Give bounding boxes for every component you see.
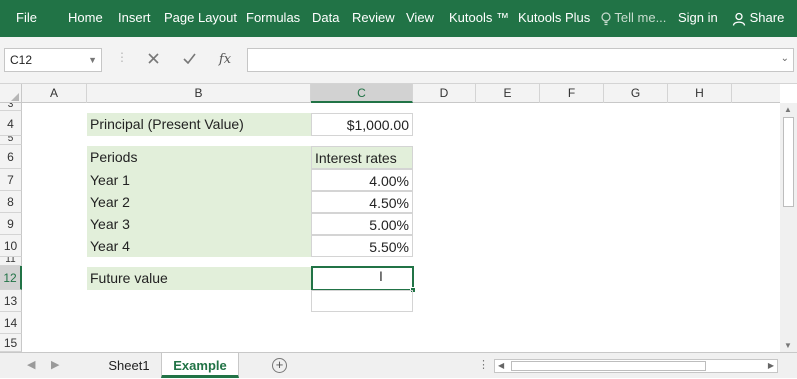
cell-c8[interactable]: 4.50% [311, 191, 413, 213]
column-header-d[interactable]: D [413, 84, 476, 103]
person-icon [732, 12, 746, 26]
column-header-e[interactable]: E [476, 84, 540, 103]
horizontal-scroll-thumb[interactable] [511, 361, 706, 371]
tab-review[interactable]: Review [352, 0, 395, 37]
scroll-right-icon[interactable]: ▶ [768, 360, 774, 372]
cell-b9[interactable]: Year 3 [87, 213, 311, 235]
tab-page-layout[interactable]: Page Layout [164, 0, 237, 37]
row-header-15[interactable]: 15 [0, 334, 22, 352]
column-header-a[interactable]: A [22, 84, 87, 103]
insert-function-button[interactable]: fx [210, 48, 240, 72]
formula-bar: C12 ▼ ⋮ fx ⌄ [0, 37, 797, 84]
drag-handle-icon[interactable]: ⋮ [478, 358, 489, 371]
next-sheet-icon[interactable]: ▶ [51, 358, 59, 371]
share-label: Share [749, 10, 785, 25]
cell-c7[interactable]: 4.00% [311, 169, 413, 191]
tab-data[interactable]: Data [312, 0, 339, 37]
vertical-scrollbar[interactable]: ▲ ▼ [780, 103, 797, 352]
check-icon [182, 53, 196, 65]
name-box[interactable]: C12 ▼ [4, 48, 102, 72]
previous-sheet-icon[interactable]: ◀ [27, 358, 35, 371]
select-all-corner[interactable] [0, 84, 22, 103]
scroll-down-icon[interactable]: ▼ [784, 341, 792, 350]
add-sheet-button[interactable]: + [272, 358, 287, 373]
tab-file[interactable]: File [16, 0, 37, 37]
formula-input[interactable]: ⌄ [247, 48, 794, 72]
row-header-6[interactable]: 6 [0, 145, 22, 169]
row-header-8[interactable]: 8 [0, 191, 22, 213]
ribbon-tab-bar: File Home Insert Page Layout Formulas Da… [0, 0, 797, 37]
drag-handle-icon[interactable]: ⋮ [116, 50, 128, 64]
tab-insert[interactable]: Insert [118, 0, 151, 37]
row-header-3[interactable]: 3 [0, 103, 22, 111]
row-header-12[interactable]: 12 [0, 266, 22, 290]
row-header-14[interactable]: 14 [0, 312, 22, 334]
cell-b8[interactable]: Year 2 [87, 191, 311, 213]
enter-button[interactable] [174, 48, 204, 72]
scroll-up-icon[interactable]: ▲ [784, 105, 792, 114]
tab-kutools[interactable]: Kutools ™ [449, 0, 509, 37]
tab-example[interactable]: Example [161, 353, 239, 378]
lightbulb-icon [601, 11, 611, 25]
column-header-f[interactable]: F [540, 84, 604, 103]
cell-c9[interactable]: 5.00% [311, 213, 413, 235]
tell-me-search[interactable]: Tell me... [601, 0, 666, 37]
tab-kutools-plus[interactable]: Kutools Plus [518, 0, 590, 37]
share-button[interactable]: Share [732, 0, 784, 37]
cell-b6[interactable]: Periods [87, 146, 311, 169]
cell-c13[interactable] [311, 290, 413, 312]
horizontal-scrollbar[interactable]: ◀ ▶ [494, 359, 778, 373]
row-header-4[interactable]: 4 [0, 111, 22, 136]
row-header-11[interactable]: 11 [0, 257, 22, 266]
cell-b4[interactable]: Principal (Present Value) [87, 113, 311, 136]
tab-formulas[interactable]: Formulas [246, 0, 300, 37]
sheet-tab-bar: ◀ ▶ Sheet1 Example + ⋮ ◀ ▶ [0, 352, 797, 378]
tab-sheet1[interactable]: Sheet1 [98, 353, 160, 378]
cell-b10[interactable]: Year 4 [87, 235, 311, 257]
chevron-down-icon[interactable]: ⌄ [781, 53, 789, 64]
active-cell-c12[interactable] [311, 266, 416, 293]
column-header-h[interactable]: H [668, 84, 732, 103]
cancel-button[interactable] [138, 48, 168, 72]
tab-view[interactable]: View [406, 0, 434, 37]
cell-c4[interactable]: $1,000.00 [311, 113, 413, 136]
column-header-g[interactable]: G [604, 84, 668, 103]
vertical-scroll-thumb[interactable] [783, 117, 794, 207]
text-cursor-icon: I [379, 268, 383, 284]
row-header-7[interactable]: 7 [0, 169, 22, 191]
column-header-b[interactable]: B [87, 84, 311, 103]
cell-b12[interactable]: Future value [87, 267, 311, 290]
row-header-13[interactable]: 13 [0, 290, 22, 312]
column-headers: A B C D E F G H [0, 84, 780, 103]
scroll-left-icon[interactable]: ◀ [498, 360, 504, 372]
close-icon [147, 53, 159, 64]
column-header-c[interactable]: C [311, 84, 413, 103]
row-header-5[interactable]: 5 [0, 136, 22, 145]
cell-c10[interactable]: 5.50% [311, 235, 413, 257]
tell-me-label: Tell me... [614, 10, 667, 25]
chevron-down-icon[interactable]: ▼ [88, 49, 97, 71]
tab-home[interactable]: Home [68, 0, 103, 37]
sign-in-button[interactable]: Sign in [678, 0, 718, 37]
name-box-value: C12 [10, 53, 33, 67]
cell-c6[interactable]: Interest rates [311, 146, 413, 169]
row-header-9[interactable]: 9 [0, 213, 22, 235]
cell-b7[interactable]: Year 1 [87, 169, 311, 191]
row-header-10[interactable]: 10 [0, 235, 22, 257]
